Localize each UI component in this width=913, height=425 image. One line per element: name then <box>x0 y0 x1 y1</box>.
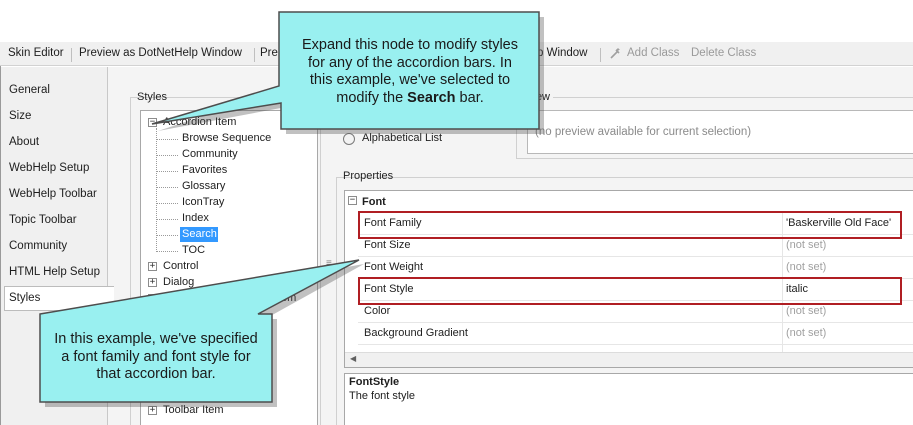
callout-top-line-4: modify the Search bar. <box>336 89 484 106</box>
property-name-font-size[interactable]: Font Size <box>364 239 410 251</box>
property-description-box <box>344 373 913 425</box>
tree-node-index[interactable]: Index <box>182 212 209 224</box>
delete-class-button[interactable]: Delete Class <box>691 47 756 59</box>
callout-bottom-line-3: that accordion bar. <box>96 366 216 382</box>
menu-separator <box>600 48 601 62</box>
nav-item-styles[interactable]: Styles <box>9 292 40 304</box>
menu-preview-other[interactable]: Pre <box>260 47 278 59</box>
nav-item-size[interactable]: Size <box>9 110 31 122</box>
tree-node-search[interactable]: Search <box>182 228 217 240</box>
tree-node-dialog[interactable]: Dialog <box>163 276 194 288</box>
tree-node-browse-sequence[interactable]: Browse Sequence <box>182 132 271 144</box>
menu-separator <box>71 48 72 62</box>
tree-connector <box>156 203 178 204</box>
tree-node-control[interactable]: Control <box>163 260 198 272</box>
nav-item-webhelp-toolbar[interactable]: WebHelp Toolbar <box>9 188 97 200</box>
property-value-font-weight[interactable]: (not set) <box>786 261 826 273</box>
tree-connector <box>156 128 157 252</box>
tree-node-glossary[interactable]: Glossary <box>182 180 225 192</box>
callout-top-line-2: for any of the accordion bars. In <box>308 54 512 71</box>
property-description-text: The font style <box>349 390 416 402</box>
nav-item-topic-toolbar[interactable]: Topic Toolbar <box>9 214 77 226</box>
tree-node-toc[interactable]: TOC <box>182 244 205 256</box>
expand-icon[interactable]: + <box>148 278 157 287</box>
property-category-font: Font <box>362 196 386 208</box>
properties-label: Properties <box>343 170 394 182</box>
tree-node-icontray[interactable]: IconTray <box>182 196 224 208</box>
property-value-color[interactable]: (not set) <box>786 305 826 317</box>
callout-bottom-line-1: In this example, we've specified <box>54 331 258 347</box>
expand-icon[interactable]: + <box>148 262 157 271</box>
property-name-color[interactable]: Color <box>364 305 390 317</box>
alphabetical-list-radio[interactable] <box>343 133 355 145</box>
collapse-icon[interactable]: − <box>348 196 357 205</box>
collapse-icon[interactable]: − <box>148 118 157 127</box>
menu-preview-dotnethelp[interactable]: Preview as DotNetHelp Window <box>79 47 242 59</box>
horizontal-scrollbar[interactable] <box>345 352 913 367</box>
tree-connector <box>156 219 178 220</box>
tree-connector <box>156 171 178 172</box>
property-value-background-gradient[interactable]: (not set) <box>786 327 826 339</box>
menu-preview-window[interactable]: p Window <box>537 47 588 59</box>
tree-node-toolbar-item[interactable]: Toolbar Item <box>163 404 224 416</box>
nav-item-about[interactable]: About <box>9 136 39 148</box>
callout-top-line-1: Expand this node to modify styles <box>301 37 518 53</box>
alphabetical-list-label: Alphabetical List <box>362 132 443 144</box>
expand-icon[interactable]: + <box>148 406 157 415</box>
panel-splitter[interactable] <box>322 67 334 425</box>
menu-separator <box>254 48 255 62</box>
property-name-background-gradient[interactable]: Background Gradient <box>364 327 468 339</box>
tree-connector <box>156 235 178 236</box>
highlight-font-style <box>358 277 902 305</box>
tree-connector <box>156 187 178 188</box>
row-divider <box>358 322 913 323</box>
nav-item-webhelp-setup[interactable]: WebHelp Setup <box>9 162 89 174</box>
nav-item-general[interactable]: General <box>9 84 50 96</box>
callout-top-line-3: this example, we've selected to <box>309 72 511 88</box>
nav-item-html-help-setup[interactable]: HTML Help Setup <box>9 266 100 278</box>
callout-bottom-line-2: a font family and font style for <box>61 348 251 365</box>
tree-node-feedback-user-profile-item[interactable]: Feedback User Profile Item <box>163 292 296 304</box>
highlight-font-family <box>358 211 902 239</box>
expand-icon[interactable]: + <box>148 294 157 303</box>
tree-node-community[interactable]: Community <box>182 148 238 160</box>
property-value-font-size[interactable]: (not set) <box>786 239 826 251</box>
add-class-button[interactable]: Add Class <box>627 47 679 59</box>
scroll-left-icon[interactable]: ◀ <box>350 354 356 363</box>
add-class-icon <box>610 48 620 59</box>
preview-empty-text: (no preview available for current select… <box>535 126 752 138</box>
nav-item-community[interactable]: Community <box>9 240 67 252</box>
tree-connector <box>156 139 178 140</box>
tree-node-favorites[interactable]: Favorites <box>182 164 227 176</box>
splitter-grip-icon: ≡ <box>326 258 332 269</box>
row-divider <box>358 256 913 257</box>
callout-bottom-text: In this example, we've specified a font … <box>42 331 270 384</box>
tree-connector <box>156 251 178 252</box>
property-description-title: FontStyle <box>349 376 400 388</box>
row-divider <box>358 344 913 345</box>
menu-skin-editor[interactable]: Skin Editor <box>8 47 64 59</box>
property-name-font-weight[interactable]: Font Weight <box>364 261 423 273</box>
styles-label: Styles <box>137 91 167 103</box>
callout-top-text: Expand this node to modify styles for an… <box>283 37 537 107</box>
tree-node-accordion-item[interactable]: Accordion Item <box>163 116 236 128</box>
tree-connector <box>156 155 178 156</box>
